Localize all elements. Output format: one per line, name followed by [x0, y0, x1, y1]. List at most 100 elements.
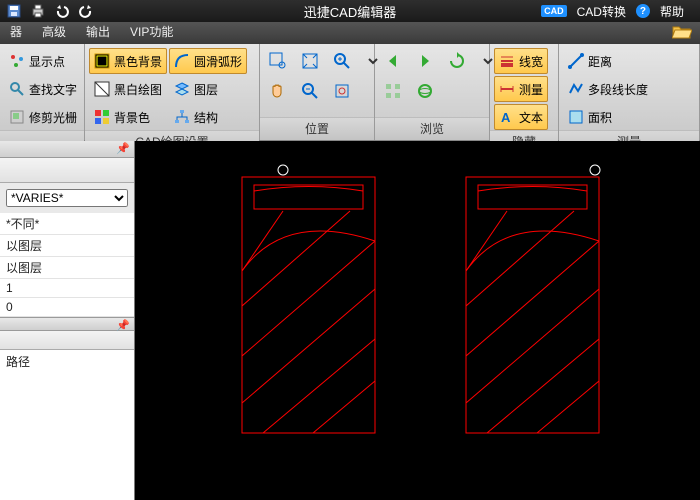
arrow-right-icon — [416, 52, 434, 70]
zoom-window-button[interactable] — [264, 48, 292, 74]
text-toggle-button[interactable]: A 文本 — [494, 104, 548, 130]
group-position-label: 位置 — [260, 117, 374, 140]
prop-row[interactable]: 0 — [0, 298, 134, 317]
arrow-left-icon — [384, 52, 402, 70]
layers-button[interactable]: 图层 — [169, 76, 247, 102]
structure-label: 结构 — [194, 109, 218, 126]
bg-color-button[interactable]: 背景色 — [89, 104, 167, 130]
structure-button[interactable]: 结构 — [169, 104, 247, 130]
zoom-in-icon — [333, 52, 351, 70]
prop-row[interactable]: *不同* — [0, 213, 134, 235]
tab-editor[interactable]: 器 — [0, 20, 32, 44]
black-bg-icon — [94, 53, 110, 69]
trim-raster-button[interactable]: 修剪光栅 — [4, 104, 82, 130]
points-icon — [9, 53, 25, 69]
polyline-len-button[interactable]: 多段线长度 — [563, 76, 653, 102]
prop-value: 以图层 — [6, 259, 42, 276]
pin-icon[interactable]: 📌 — [116, 319, 130, 332]
polyline-icon — [568, 81, 584, 97]
text-icon: A — [499, 109, 515, 125]
area-icon — [568, 109, 584, 125]
zoom-in-button[interactable] — [328, 48, 356, 74]
cad-convert-button[interactable]: CAD转换 — [577, 3, 626, 20]
prop-value: 1 — [6, 281, 13, 295]
properties-panel: 📌 *VARIES* *不同* 以图层 以图层 1 0 📌 路径 — [0, 141, 135, 500]
zoom-window-icon — [269, 52, 287, 70]
bg-color-label: 背景色 — [114, 109, 150, 126]
cad-badge-icon: CAD — [541, 5, 567, 17]
trim-raster-label: 修剪光栅 — [29, 109, 77, 126]
lineweight-button[interactable]: 线宽 — [494, 48, 548, 74]
smooth-arc-button[interactable]: 圆滑弧形 — [169, 48, 247, 74]
orbit-button[interactable] — [411, 78, 439, 104]
list-item[interactable]: 路径 — [0, 350, 134, 373]
measure-toggle-button[interactable]: 测量 — [494, 76, 548, 102]
group-browse-label: 浏览 — [375, 117, 489, 140]
bw-draw-label: 黑白绘图 — [114, 81, 162, 98]
print-icon[interactable] — [30, 3, 46, 19]
area-label: 面积 — [588, 109, 612, 126]
polyline-len-label: 多段线长度 — [588, 81, 648, 98]
lineweight-label: 线宽 — [519, 53, 543, 70]
tree-icon — [174, 109, 190, 125]
bw-draw-button[interactable]: 黑白绘图 — [89, 76, 167, 102]
zoom-extents-icon — [301, 52, 319, 70]
measure-toggle-label: 测量 — [519, 81, 543, 98]
black-bg-label: 黑色背景 — [114, 53, 162, 70]
dimension-icon — [499, 81, 515, 97]
orbit-icon — [416, 82, 434, 100]
fit-icon — [333, 82, 351, 100]
prop-row[interactable]: 1 — [0, 279, 134, 298]
help-button[interactable]: 帮助 — [660, 3, 684, 20]
pan-button[interactable] — [264, 78, 292, 104]
undo-icon[interactable] — [54, 3, 70, 19]
open-file-icon[interactable] — [672, 24, 692, 40]
view-rotate-button[interactable] — [443, 48, 471, 74]
rotate-icon — [448, 52, 466, 70]
property-list: *不同* 以图层 以图层 1 0 — [0, 213, 134, 317]
tab-advanced[interactable]: 高级 — [32, 20, 76, 44]
help-icon[interactable]: ? — [636, 4, 650, 18]
show-points-button[interactable]: 显示点 — [4, 48, 82, 74]
crop-icon — [9, 109, 25, 125]
show-points-label: 显示点 — [29, 53, 65, 70]
zoom-all-button[interactable] — [328, 78, 356, 104]
prop-value: 以图层 — [6, 237, 42, 254]
prop-row[interactable]: 以图层 — [0, 257, 134, 279]
tab-vip[interactable]: VIP功能 — [120, 20, 183, 44]
lineweight-icon — [499, 53, 515, 69]
prop-row[interactable]: 以图层 — [0, 235, 134, 257]
text-toggle-label: 文本 — [519, 109, 543, 126]
distance-button[interactable]: 距离 — [563, 48, 653, 74]
arc-icon — [174, 53, 190, 69]
bw-icon — [94, 81, 110, 97]
find-text-button[interactable]: 查找文字 — [4, 76, 82, 102]
svg-text:A: A — [501, 110, 511, 125]
zoom-out-icon — [301, 82, 319, 100]
distance-label: 距离 — [588, 53, 612, 70]
lower-list: 路径 — [0, 350, 134, 500]
find-text-label: 查找文字 — [29, 81, 77, 98]
prop-value: *不同* — [6, 215, 39, 232]
view-prev-button[interactable] — [379, 48, 407, 74]
palette-icon — [94, 109, 110, 125]
panel-splitter[interactable]: 📌 — [0, 317, 134, 331]
selection-combo[interactable]: *VARIES* — [6, 189, 128, 207]
layers-label: 图层 — [194, 81, 218, 98]
smooth-arc-label: 圆滑弧形 — [194, 53, 242, 70]
black-bg-button[interactable]: 黑色背景 — [89, 48, 167, 74]
hand-icon — [269, 82, 287, 100]
tab-output[interactable]: 输出 — [76, 20, 120, 44]
prop-value: 0 — [6, 300, 13, 314]
pin-icon[interactable]: 📌 — [116, 142, 130, 155]
drawing-canvas[interactable] — [135, 141, 700, 500]
redo-icon[interactable] — [78, 3, 94, 19]
zoom-out-button[interactable] — [296, 78, 324, 104]
save-icon[interactable] — [6, 3, 22, 19]
area-button[interactable]: 面积 — [563, 104, 653, 130]
magnifier-icon — [9, 81, 25, 97]
view-home-button[interactable] — [379, 78, 407, 104]
zoom-extents-button[interactable] — [296, 48, 324, 74]
grid-icon — [384, 82, 402, 100]
view-next-button[interactable] — [411, 48, 439, 74]
